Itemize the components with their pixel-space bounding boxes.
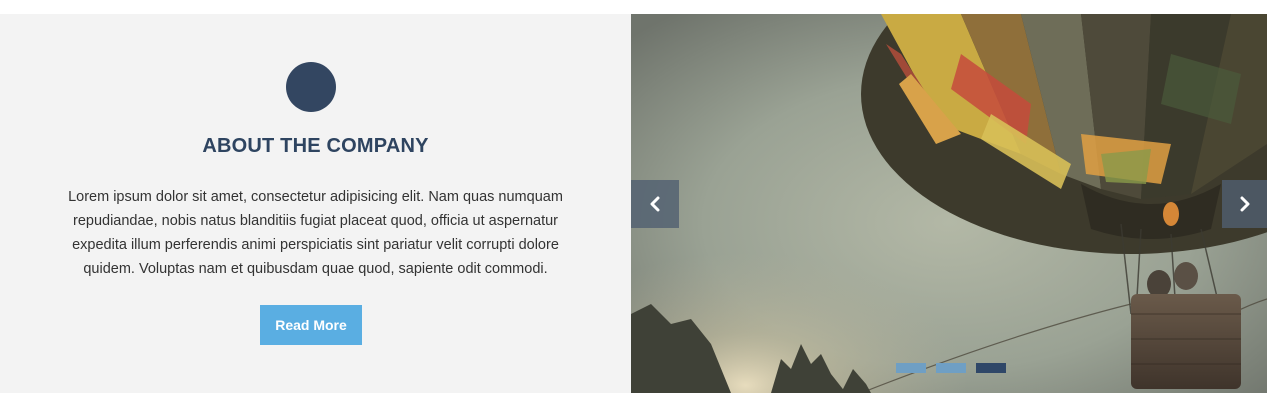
- slider-prev-button[interactable]: [631, 180, 679, 228]
- slider-dot-3[interactable]: [976, 363, 1006, 373]
- hot-air-balloon-image: [631, 14, 1267, 393]
- image-slider: [631, 14, 1267, 393]
- read-more-button[interactable]: Read More: [260, 305, 362, 345]
- slider-dot-2[interactable]: [936, 363, 966, 373]
- about-section: ABOUT THE COMPANY Lorem ipsum dolor sit …: [0, 14, 1267, 393]
- chevron-right-icon: [1240, 196, 1249, 212]
- about-text: Lorem ipsum dolor sit amet, consectetur …: [68, 189, 563, 277]
- slider-next-button[interactable]: [1222, 180, 1267, 228]
- slider-indicators: [896, 363, 1006, 373]
- about-panel: ABOUT THE COMPANY Lorem ipsum dolor sit …: [0, 14, 631, 393]
- circle-icon: [286, 62, 336, 112]
- slider-dot-1[interactable]: [896, 363, 926, 373]
- chevron-left-icon: [650, 196, 660, 212]
- about-title: ABOUT THE COMPANY: [202, 135, 429, 157]
